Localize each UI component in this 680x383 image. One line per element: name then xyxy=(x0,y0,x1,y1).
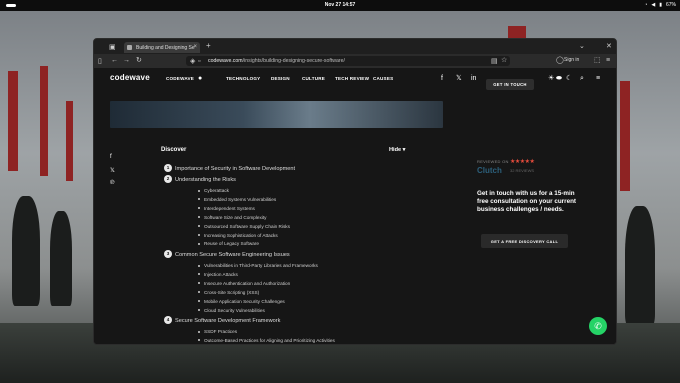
nav-tech-review[interactable]: TECH REVIEW xyxy=(335,76,369,81)
browser-window: ▣ Building and Designing Se × + ⌄ ✕ ▯ ← … xyxy=(93,38,617,345)
moon-icon[interactable]: ☾ xyxy=(566,75,572,82)
bookmark-icon[interactable]: ☆ xyxy=(501,57,507,64)
toc-item[interactable]: Software Size and Complexity xyxy=(198,215,267,220)
tab-title: Building and Designing Se xyxy=(136,45,195,51)
toc-section-title: Importance of Security in Software Devel… xyxy=(175,166,296,172)
close-window-icon[interactable]: ✕ xyxy=(606,43,612,50)
toc-hide-toggle[interactable]: Hide ▾ xyxy=(389,147,406,153)
rating-stars: ★★★★★ xyxy=(510,159,535,165)
sign-in-button[interactable]: Sign in xyxy=(564,57,579,63)
toc-item[interactable]: Injection Attacks xyxy=(198,272,238,277)
system-topbar: Nov 27 14:57 ◔ ◀ ▮ 67% xyxy=(0,0,680,11)
url-host: codewave.com xyxy=(208,58,243,64)
consultation-card: Get in touch with us for a 15-min free c… xyxy=(477,190,583,290)
site-logo[interactable]: codewave xyxy=(110,73,150,82)
browser-tab[interactable]: Building and Designing Se × xyxy=(124,42,200,53)
toc-item[interactable]: SSDF Practices xyxy=(197,329,237,334)
battery-level: 67% xyxy=(665,2,676,8)
toc-section-title: Common Secure Software Engineering Issue… xyxy=(175,252,290,258)
toc-item[interactable]: Interdependent Systems xyxy=(198,206,255,211)
toc-section-number: 4 xyxy=(164,316,172,324)
reload-icon[interactable]: ↻ xyxy=(136,57,142,64)
new-tab-icon[interactable]: + xyxy=(206,41,211,50)
toc-item[interactable]: Vulnerabilities in Third-Party Libraries… xyxy=(198,263,318,268)
search-icon[interactable]: ⌕ xyxy=(580,75,584,82)
address-bar[interactable]: ◈ ▫ codewave.com/insights/building-desig… xyxy=(186,56,510,66)
toc-item[interactable]: Cyberattack xyxy=(197,188,229,193)
web-page: codewave CODEWAVE ● TECHNOLOGY DESIGN CU… xyxy=(94,68,616,344)
account-icon[interactable]: ◯ xyxy=(556,57,564,64)
extensions-icon[interactable]: ⬚ xyxy=(594,57,601,64)
x-icon[interactable]: 𝕏 xyxy=(456,75,462,82)
system-clock[interactable]: Nov 27 14:57 xyxy=(0,2,680,8)
toc-title: Discover xyxy=(161,147,187,153)
toc-item[interactable]: Mobile Application Security Challenges xyxy=(198,299,285,304)
volume-icon: ◀ xyxy=(651,2,656,8)
toc-section-4[interactable]: 4 Secure Software Development Framework xyxy=(164,316,281,324)
sun-icon[interactable]: ☀ xyxy=(548,75,554,82)
toc-item[interactable]: Increasing Sophistication of Attacks xyxy=(198,233,278,238)
system-tray[interactable]: ◔ ◀ ▮ 67% xyxy=(644,2,676,8)
share-facebook-icon[interactable]: f xyxy=(110,154,112,160)
review-count: 32 REVIEWS xyxy=(510,168,535,173)
shield-icon: ◈ xyxy=(190,58,196,65)
clutch-logo[interactable]: Clutch xyxy=(477,166,502,175)
toc-item[interactable]: Outcome-Based Practices for Aligning and… xyxy=(198,338,335,343)
toc-item[interactable]: Embedded Systems Vulnerabilities xyxy=(197,197,276,202)
favicon-icon xyxy=(127,45,132,50)
reviewed-on-label: REVIEWED ON xyxy=(477,159,509,164)
toc-item[interactable]: Reuse of Legacy Software xyxy=(198,241,259,246)
battery-icon: ▮ xyxy=(659,2,662,8)
close-tab-icon[interactable]: × xyxy=(193,44,197,50)
toc-section-number: 1 xyxy=(164,164,172,172)
site-navigation: codewave CODEWAVE ● TECHNOLOGY DESIGN CU… xyxy=(94,68,616,90)
theme-toggle[interactable]: ⬬ xyxy=(556,75,562,82)
nav-codewave[interactable]: CODEWAVE xyxy=(166,76,194,81)
toc-section-3[interactable]: 3 Common Secure Software Engineering Issu… xyxy=(164,250,290,258)
whatsapp-icon[interactable]: ✆ xyxy=(589,317,607,335)
menu-icon[interactable]: ≡ xyxy=(606,57,610,64)
hamburger-menu-icon[interactable]: ≡ xyxy=(596,75,600,82)
toc-section-title: Understanding the Risks xyxy=(175,177,236,183)
nav-culture[interactable]: CULTURE xyxy=(302,76,325,81)
tab-bar: ▣ Building and Designing Se × + ⌄ ✕ xyxy=(94,39,616,54)
toc-item[interactable]: Cross-Site Scripting (XSS) xyxy=(197,290,259,295)
facebook-icon[interactable]: f xyxy=(441,75,443,82)
url-path: /insights/building-designing-secure-soft… xyxy=(242,58,345,64)
linkedin-icon[interactable]: in xyxy=(471,75,476,82)
wifi-icon: ◔ xyxy=(644,2,648,8)
back-icon[interactable]: ← xyxy=(111,57,118,64)
toc-item[interactable]: Outsourced Software Supply Chain Risks xyxy=(198,224,290,229)
nav-design[interactable]: DESIGN xyxy=(271,76,290,81)
nav-technology[interactable]: TECHNOLOGY xyxy=(226,76,260,81)
nav-causes[interactable]: CAUSES xyxy=(373,76,393,81)
toc-section-number: 2 xyxy=(164,175,172,183)
toc-item[interactable]: Cloud Security Vulnerabilities xyxy=(198,308,265,313)
reader-view-icon[interactable]: ▤ xyxy=(491,58,498,65)
toc-item[interactable]: Insecure Authentication and Authorizatio… xyxy=(197,281,290,286)
forward-icon[interactable]: → xyxy=(123,57,130,64)
consultation-text: Get in touch with us for a 15-min free c… xyxy=(477,190,577,213)
hero-image xyxy=(110,101,443,128)
share-pinterest-icon[interactable]: ℗ xyxy=(110,180,114,186)
sidebar-toggle-icon[interactable]: ▯ xyxy=(98,58,102,65)
toc-section-1[interactable]: 1 Importance of Security in Software Deve… xyxy=(164,164,296,172)
share-x-icon[interactable]: 𝕏 xyxy=(110,167,115,174)
toc-section-title: Secure Software Development Framework xyxy=(175,318,281,324)
toc-section-number: 3 xyxy=(164,250,172,258)
tab-overview-icon[interactable]: ▣ xyxy=(109,44,116,51)
toc-section-2[interactable]: 2 Understanding the Risks xyxy=(164,175,236,183)
lock-icon: ▫ xyxy=(198,58,201,65)
tab-list-icon[interactable]: ⌄ xyxy=(579,43,585,50)
get-in-touch-button[interactable]: GET IN TOUCH xyxy=(486,79,534,90)
play-icon[interactable]: ● xyxy=(198,75,202,82)
navigation-bar: ▯ ← → ↻ ◈ ▫ codewave.com/insights/buildi… xyxy=(94,54,616,68)
discovery-call-button[interactable]: GET A FREE DISCOVERY CALL xyxy=(481,234,568,248)
